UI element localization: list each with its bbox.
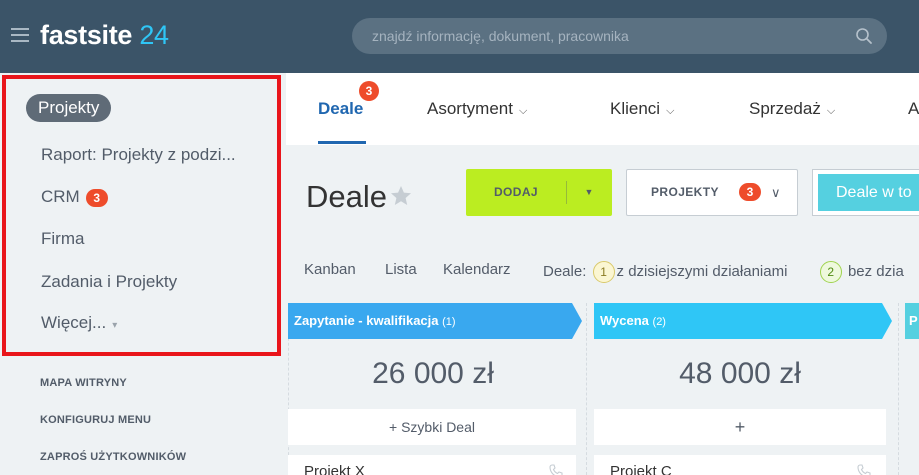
projekty-filter-button[interactable]: PROJEKTY 3 ∨	[626, 169, 798, 216]
kanban-column-wycena: Wycena (2) 48 000 zł + Projekt C	[594, 303, 892, 475]
without-activity-count-badge[interactable]: 2	[819, 261, 842, 283]
tab-asortyment[interactable]: Asortyment ⌵	[427, 99, 527, 119]
sidebar-item-raport[interactable]: Raport: Projekty z podzi...	[41, 141, 236, 169]
search-bar[interactable]	[352, 18, 887, 54]
today-count-badge[interactable]: 1	[592, 261, 615, 283]
chevron-down-icon: ⌵	[518, 105, 528, 117]
chevron-down-icon: ▾	[112, 320, 118, 331]
crm-tabs: Deale 3 Asortyment ⌵ Klienci ⌵ Sprzedaż ⌵ A	[286, 73, 919, 145]
search-icon[interactable]	[855, 27, 873, 45]
tab-klienci[interactable]: Klienci ⌵	[610, 99, 674, 119]
deal-card[interactable]: Projekt C	[594, 455, 886, 475]
sidebar-item-projekty[interactable]: Projekty	[26, 94, 112, 122]
deal-card[interactable]: Projekt X	[288, 455, 576, 475]
sidebar-item-wiecej[interactable]: Więcej... ▾	[41, 309, 117, 337]
column-divider	[586, 303, 587, 475]
stage-header[interactable]: P	[905, 303, 919, 339]
main-content: Deale 3 Asortyment ⌵ Klienci ⌵ Sprzedaż ⌵ A…	[286, 73, 919, 475]
view-kalendarz[interactable]: Kalendarz	[443, 261, 511, 278]
kanban-column-zapytanie: Zapytanie - kwalifikacja (1) 26 000 zł +…	[288, 303, 582, 475]
quick-deal-button[interactable]: +	[594, 409, 886, 445]
column-sum: 26 000 zł	[372, 357, 494, 390]
sidebar-item-crm[interactable]: CRM 3	[41, 183, 108, 211]
deale-count-badge: 3	[359, 81, 379, 101]
column-sum: 48 000 zł	[679, 357, 801, 390]
stage-header[interactable]: Zapytanie - kwalifikacja (1)	[288, 303, 572, 339]
dropdown-arrow-icon[interactable]: ▼	[566, 169, 612, 216]
view-kanban[interactable]: Kanban	[304, 261, 356, 278]
view-lista[interactable]: Lista	[385, 261, 417, 278]
stage-header[interactable]: Wycena (2)	[594, 303, 882, 339]
active-tab-indicator	[318, 141, 366, 144]
top-bar: fastsite 24	[0, 0, 919, 73]
configure-menu-link[interactable]: KONFIGURUJ MENU	[40, 414, 151, 426]
chevron-down-icon: ∨	[771, 185, 781, 200]
phone-icon[interactable]	[856, 463, 872, 475]
sidebar-item-firma[interactable]: Firma	[41, 225, 84, 253]
deale-in-work-filter[interactable]: Deale w to	[812, 169, 919, 216]
deal-title[interactable]: Projekt C	[610, 463, 672, 475]
today-text[interactable]: z dzisiejszymi działaniami	[617, 263, 788, 280]
crm-count-badge: 3	[85, 188, 108, 207]
quick-deal-button[interactable]: + Szybki Deal	[288, 409, 576, 445]
left-sidebar: Projekty Raport: Projekty z podzi... CRM…	[0, 73, 284, 475]
stage-arrow	[882, 303, 892, 339]
hamburger-menu-icon[interactable]	[11, 28, 29, 42]
add-deal-button[interactable]: DODAJ ▼	[466, 169, 612, 216]
deal-title[interactable]: Projekt X	[304, 463, 365, 475]
add-button-label: DODAJ	[493, 185, 538, 199]
sidebar-item-zadania[interactable]: Zadania i Projekty	[41, 268, 177, 296]
deale-in-work-label: Deale w to	[818, 174, 919, 211]
tab-more[interactable]: A	[908, 99, 919, 119]
tab-deale[interactable]: Deale	[318, 99, 363, 119]
sitemap-link[interactable]: MAPA WITRYNY	[40, 377, 127, 389]
deals-counters: Deale: 1z dzisiejszymi działaniami 2 bez…	[543, 261, 904, 283]
kanban-column-partial: P	[905, 303, 919, 475]
stage-arrow	[572, 303, 582, 339]
projekty-count-badge: 3	[739, 183, 761, 201]
search-input[interactable]	[372, 18, 842, 54]
tab-sprzedaz[interactable]: Sprzedaż ⌵	[749, 99, 835, 119]
invite-users-link[interactable]: ZAPROŚ UŻYTKOWNIKÓW	[40, 451, 186, 463]
phone-icon[interactable]	[548, 463, 564, 475]
column-divider	[898, 303, 899, 475]
logo[interactable]: fastsite 24	[40, 20, 169, 51]
chevron-down-icon: ⌵	[826, 105, 836, 117]
star-icon[interactable]	[389, 184, 413, 208]
chevron-down-icon: ⌵	[666, 105, 675, 117]
projekty-label: PROJEKTY	[651, 185, 719, 199]
page-title: Deale	[306, 179, 387, 214]
deals-label: Deale:	[543, 262, 587, 280]
without-activity-text[interactable]: bez dzia	[848, 263, 904, 280]
